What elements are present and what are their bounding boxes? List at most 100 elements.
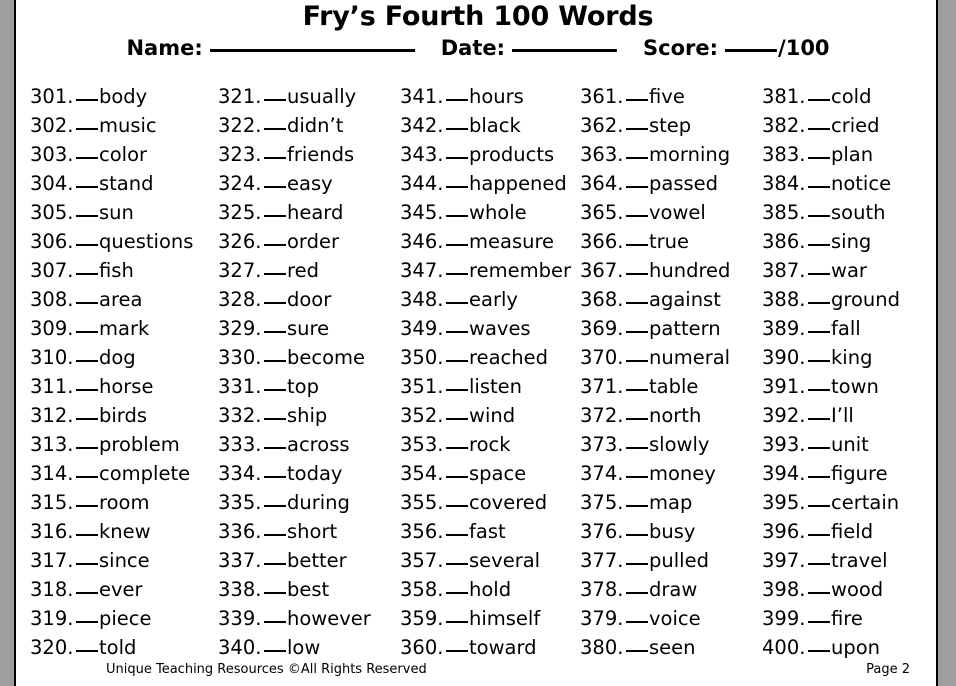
word-checkoff-blank[interactable] <box>264 99 286 101</box>
word-checkoff-blank[interactable] <box>76 476 98 478</box>
word-checkoff-blank[interactable] <box>446 186 468 188</box>
word-checkoff-blank[interactable] <box>264 650 286 652</box>
word-checkoff-blank[interactable] <box>264 447 286 449</box>
word-checkoff-blank[interactable] <box>264 389 286 391</box>
word-checkoff-blank[interactable] <box>76 331 98 333</box>
word-checkoff-blank[interactable] <box>808 447 830 449</box>
word-checkoff-blank[interactable] <box>446 592 468 594</box>
word-checkoff-blank[interactable] <box>76 244 98 246</box>
word-checkoff-blank[interactable] <box>446 99 468 101</box>
word-checkoff-blank[interactable] <box>76 302 98 304</box>
word-checkoff-blank[interactable] <box>626 128 648 130</box>
word-checkoff-blank[interactable] <box>446 215 468 217</box>
word-checkoff-blank[interactable] <box>626 418 648 420</box>
word-checkoff-blank[interactable] <box>76 447 98 449</box>
word-checkoff-blank[interactable] <box>264 244 286 246</box>
word-checkoff-blank[interactable] <box>808 273 830 275</box>
word-checkoff-blank[interactable] <box>446 563 468 565</box>
word-checkoff-blank[interactable] <box>808 592 830 594</box>
word-checkoff-blank[interactable] <box>76 563 98 565</box>
word-checkoff-blank[interactable] <box>626 215 648 217</box>
word-checkoff-blank[interactable] <box>446 244 468 246</box>
word-checkoff-blank[interactable] <box>76 186 98 188</box>
word-checkoff-blank[interactable] <box>76 157 98 159</box>
word-checkoff-blank[interactable] <box>446 389 468 391</box>
word-checkoff-blank[interactable] <box>446 418 468 420</box>
word-checkoff-blank[interactable] <box>264 302 286 304</box>
word-checkoff-blank[interactable] <box>626 650 648 652</box>
word-checkoff-blank[interactable] <box>626 360 648 362</box>
word-checkoff-blank[interactable] <box>446 621 468 623</box>
word-checkoff-blank[interactable] <box>264 273 286 275</box>
word-checkoff-blank[interactable] <box>626 99 648 101</box>
word-checkoff-blank[interactable] <box>446 302 468 304</box>
word-checkoff-blank[interactable] <box>808 215 830 217</box>
score-input-line[interactable] <box>725 49 778 52</box>
word-checkoff-blank[interactable] <box>446 505 468 507</box>
word-checkoff-blank[interactable] <box>446 157 468 159</box>
word-checkoff-blank[interactable] <box>264 157 286 159</box>
word-checkoff-blank[interactable] <box>76 389 98 391</box>
word-checkoff-blank[interactable] <box>626 389 648 391</box>
word-checkoff-blank[interactable] <box>626 273 648 275</box>
word-checkoff-blank[interactable] <box>76 273 98 275</box>
word-checkoff-blank[interactable] <box>76 621 98 623</box>
word-checkoff-blank[interactable] <box>808 650 830 652</box>
word-checkoff-blank[interactable] <box>808 505 830 507</box>
word-checkoff-blank[interactable] <box>808 128 830 130</box>
word-checkoff-blank[interactable] <box>808 621 830 623</box>
word-checkoff-blank[interactable] <box>264 563 286 565</box>
word-checkoff-blank[interactable] <box>76 650 98 652</box>
word-checkoff-blank[interactable] <box>626 592 648 594</box>
word-checkoff-blank[interactable] <box>446 331 468 333</box>
word-checkoff-blank[interactable] <box>808 99 830 101</box>
word-checkoff-blank[interactable] <box>808 418 830 420</box>
word-checkoff-blank[interactable] <box>626 302 648 304</box>
word-checkoff-blank[interactable] <box>264 360 286 362</box>
word-checkoff-blank[interactable] <box>808 302 830 304</box>
date-input-line[interactable] <box>512 49 618 52</box>
word-checkoff-blank[interactable] <box>76 360 98 362</box>
word-checkoff-blank[interactable] <box>626 621 648 623</box>
word-checkoff-blank[interactable] <box>264 505 286 507</box>
word-checkoff-blank[interactable] <box>626 186 648 188</box>
word-checkoff-blank[interactable] <box>808 360 830 362</box>
word-checkoff-blank[interactable] <box>808 331 830 333</box>
word-checkoff-blank[interactable] <box>446 447 468 449</box>
word-checkoff-blank[interactable] <box>446 650 468 652</box>
word-checkoff-blank[interactable] <box>76 99 98 101</box>
word-checkoff-blank[interactable] <box>446 273 468 275</box>
word-checkoff-blank[interactable] <box>808 186 830 188</box>
word-checkoff-blank[interactable] <box>264 331 286 333</box>
word-checkoff-blank[interactable] <box>446 360 468 362</box>
word-checkoff-blank[interactable] <box>446 476 468 478</box>
word-checkoff-blank[interactable] <box>808 389 830 391</box>
word-checkoff-blank[interactable] <box>76 505 98 507</box>
word-checkoff-blank[interactable] <box>264 592 286 594</box>
word-checkoff-blank[interactable] <box>76 128 98 130</box>
word-checkoff-blank[interactable] <box>264 476 286 478</box>
word-checkoff-blank[interactable] <box>626 476 648 478</box>
word-checkoff-blank[interactable] <box>808 476 830 478</box>
word-checkoff-blank[interactable] <box>264 128 286 130</box>
word-checkoff-blank[interactable] <box>76 215 98 217</box>
word-checkoff-blank[interactable] <box>808 534 830 536</box>
word-checkoff-blank[interactable] <box>808 244 830 246</box>
word-checkoff-blank[interactable] <box>446 128 468 130</box>
word-checkoff-blank[interactable] <box>264 215 286 217</box>
word-checkoff-blank[interactable] <box>76 534 98 536</box>
word-checkoff-blank[interactable] <box>626 447 648 449</box>
word-checkoff-blank[interactable] <box>264 418 286 420</box>
word-checkoff-blank[interactable] <box>808 157 830 159</box>
word-checkoff-blank[interactable] <box>76 592 98 594</box>
word-checkoff-blank[interactable] <box>76 418 98 420</box>
word-checkoff-blank[interactable] <box>626 563 648 565</box>
word-checkoff-blank[interactable] <box>626 331 648 333</box>
name-input-line[interactable] <box>209 49 415 52</box>
word-checkoff-blank[interactable] <box>264 186 286 188</box>
word-checkoff-blank[interactable] <box>626 505 648 507</box>
word-checkoff-blank[interactable] <box>264 534 286 536</box>
word-checkoff-blank[interactable] <box>626 157 648 159</box>
word-checkoff-blank[interactable] <box>626 244 648 246</box>
word-checkoff-blank[interactable] <box>446 534 468 536</box>
